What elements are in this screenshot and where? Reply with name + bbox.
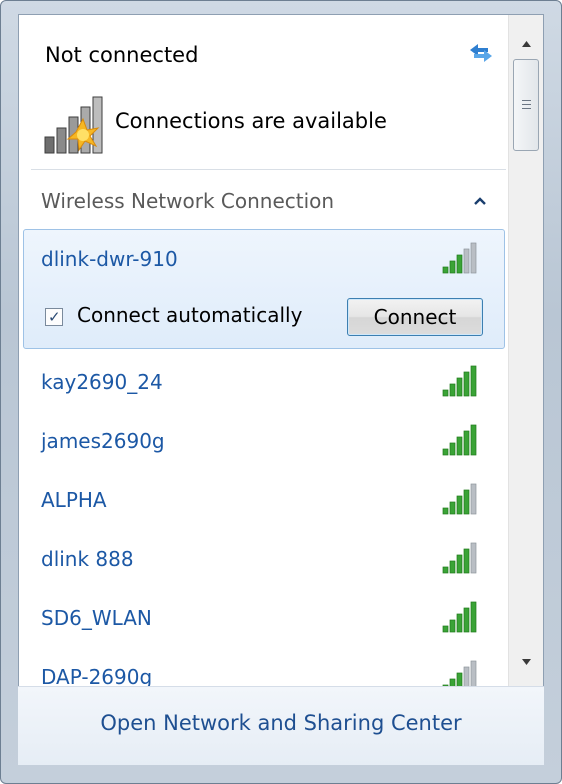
- network-list-item[interactable]: dlink 888: [41, 547, 134, 571]
- network-list-item[interactable]: DAP-2690g: [41, 665, 152, 687]
- grip-line: [522, 104, 531, 105]
- signal-strength-icon: [442, 483, 477, 515]
- connect-automatically-label: Connect automatically: [77, 303, 303, 327]
- signal-strength-icon: [442, 365, 477, 397]
- network-list-item[interactable]: ALPHA: [41, 488, 107, 512]
- grip-line: [522, 108, 531, 109]
- divider: [31, 169, 506, 170]
- signal-strength-icon: [442, 542, 477, 574]
- signal-strength-icon: [442, 601, 477, 633]
- checkmark-icon: ✓: [48, 308, 61, 326]
- signal-strength-icon: [442, 242, 477, 274]
- connect-automatically-checkbox[interactable]: ✓: [45, 308, 63, 326]
- scrollbar[interactable]: [508, 15, 544, 687]
- network-flyout-panel: Not connected Connections are available …: [18, 14, 544, 688]
- scroll-up-arrow-icon[interactable]: [509, 29, 544, 59]
- scroll-thumb[interactable]: [513, 59, 539, 151]
- refresh-icon[interactable]: [466, 37, 496, 65]
- connections-available-label: Connections are available: [115, 109, 387, 133]
- scroll-down-arrow-icon[interactable]: [509, 647, 544, 677]
- signal-strength-icon: [442, 424, 477, 456]
- selected-network-name[interactable]: dlink-dwr-910: [41, 247, 178, 271]
- network-list-item[interactable]: kay2690_24: [41, 370, 163, 394]
- network-list-item[interactable]: SD6_WLAN: [41, 606, 152, 630]
- connection-status-title: Not connected: [45, 43, 199, 67]
- collapse-chevron-icon[interactable]: [473, 196, 487, 206]
- open-network-sharing-center-link[interactable]: Open Network and Sharing Center: [18, 711, 544, 735]
- section-title-wireless: Wireless Network Connection: [41, 189, 335, 213]
- connect-button[interactable]: Connect: [347, 298, 483, 336]
- grip-line: [522, 100, 531, 101]
- signal-strength-icon: [442, 660, 477, 687]
- connections-available-icon: [44, 96, 103, 154]
- footer-bar: Open Network and Sharing Center: [18, 686, 544, 765]
- connect-button-label: Connect: [373, 305, 457, 329]
- network-list-item[interactable]: james2690g: [41, 429, 165, 453]
